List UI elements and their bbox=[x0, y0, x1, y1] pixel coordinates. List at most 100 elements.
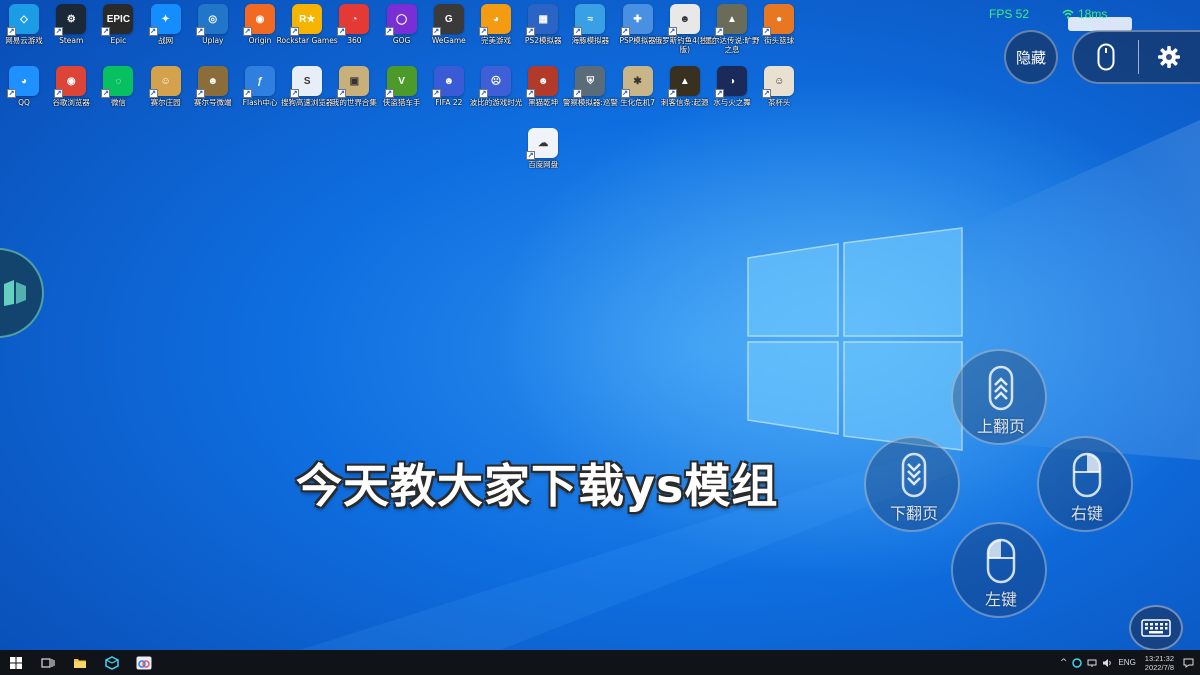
shortcut-arrow-icon: ↗ bbox=[620, 27, 630, 36]
dolphin-emulator-icon: ≈ ↗ bbox=[573, 4, 606, 36]
clock-date: 2022/7/8 bbox=[1144, 662, 1174, 672]
shortcut-arrow-icon: ↗ bbox=[431, 27, 441, 36]
psp-emulator-icon: ✚ ↗ bbox=[620, 4, 653, 36]
basketball-icon: ● ↗ bbox=[762, 4, 795, 36]
keyboard-icon bbox=[1141, 619, 1171, 637]
taskbar-cloud-game[interactable] bbox=[96, 650, 128, 675]
cube-icon bbox=[105, 655, 119, 670]
mouse-icon bbox=[1097, 43, 1115, 71]
task-view-button[interactable] bbox=[32, 650, 64, 675]
task-view-icon bbox=[41, 657, 55, 668]
mode-panel bbox=[1072, 30, 1200, 84]
shortcut-arrow-icon: ↗ bbox=[337, 89, 347, 98]
ps2-emulator-icon: ▦ ↗ bbox=[526, 4, 559, 36]
fps-counter: FPS 52 bbox=[989, 7, 1030, 21]
shortcut-arrow-icon: ↗ bbox=[762, 27, 772, 36]
shortcut-arrow-icon: ↗ bbox=[715, 89, 724, 98]
qq-icon: ◕ ↗ bbox=[7, 66, 39, 98]
windows-start-icon bbox=[10, 656, 22, 669]
rockstar-icon: R★ ↗ bbox=[290, 4, 323, 36]
folder-icon bbox=[74, 658, 86, 668]
perfect-world-icon: ◕ ↗ bbox=[479, 4, 511, 36]
video-subtitle: 今天教大家下载ys模组 bbox=[295, 458, 779, 514]
system-clock[interactable]: 13:21:32 2022/7/8 bbox=[1145, 654, 1174, 672]
ping-value: 18ms bbox=[1078, 7, 1108, 21]
network-icon[interactable] bbox=[1087, 658, 1097, 668]
poppy-playtime-icon: ☹ ↗ bbox=[479, 66, 511, 98]
scroll-up-icon bbox=[988, 365, 1014, 411]
taskbar-baidu-netdisk[interactable] bbox=[128, 650, 160, 675]
shortcut-arrow-icon: ↗ bbox=[479, 89, 488, 98]
epic-icon: EPIC ↗ bbox=[101, 4, 134, 36]
wegame-icon: G ↗ bbox=[431, 4, 464, 36]
shortcut-arrow-icon: ↗ bbox=[243, 27, 252, 36]
sogou-browser-icon: S ↗ bbox=[290, 66, 323, 98]
zelda-icon: ▲ ↗ bbox=[715, 4, 747, 36]
battlenet-icon: ✦ ↗ bbox=[148, 4, 181, 36]
shortcut-arrow-icon: ↗ bbox=[384, 89, 394, 98]
shortcut-arrow-icon: ↗ bbox=[101, 89, 111, 98]
shortcut-arrow-icon: ↗ bbox=[431, 89, 441, 98]
fishing-icon: ☻ ↗ bbox=[667, 4, 700, 36]
shortcut-arrow-icon: ↗ bbox=[290, 89, 300, 98]
mouse-mode-button[interactable] bbox=[1074, 32, 1138, 82]
taskbar-file-explorer[interactable] bbox=[64, 650, 96, 675]
side-menu-icon bbox=[4, 280, 26, 306]
shortcut-arrow-icon: ↗ bbox=[573, 89, 583, 98]
shortcut-arrow-icon: ↗ bbox=[526, 27, 536, 36]
desktop-shortcut[interactable]: ☺ ↗ 茶杯头 bbox=[748, 66, 810, 126]
shortcut-arrow-icon: ↗ bbox=[667, 27, 677, 36]
minecraft-icon: ▣ ↗ bbox=[337, 66, 370, 98]
start-button[interactable] bbox=[0, 650, 32, 675]
shortcut-arrow-icon: ↗ bbox=[54, 27, 64, 36]
language-indicator[interactable]: ENG bbox=[1118, 658, 1135, 667]
shortcut-arrow-icon: ↗ bbox=[195, 27, 205, 36]
shortcut-arrow-icon: ↗ bbox=[573, 27, 583, 36]
shortcut-arrow-icon: ↗ bbox=[337, 27, 347, 36]
seer-icon: ☻ ↗ bbox=[195, 66, 228, 98]
shortcut-arrow-icon: ↗ bbox=[526, 151, 536, 160]
shortcut-arrow-icon: ↗ bbox=[667, 89, 677, 98]
shortcut-arrow-icon: ↗ bbox=[7, 89, 16, 98]
gog-icon: ◯ ↗ bbox=[384, 4, 417, 36]
shortcut-arrow-icon: ↗ bbox=[290, 27, 300, 36]
desktop-shortcut-label: 茶杯头 bbox=[767, 98, 791, 107]
page-up-label: 上翻页 bbox=[976, 417, 1025, 436]
shortcut-arrow-icon: ↗ bbox=[620, 89, 630, 98]
shortcut-arrow-icon: ↗ bbox=[101, 27, 111, 36]
black-cat-icon: ☻ ↗ bbox=[526, 66, 559, 98]
left-click-button[interactable]: 左键 bbox=[951, 522, 1047, 618]
right-click-button[interactable]: 右键 bbox=[1037, 436, 1133, 532]
desktop-shortcut-label: 百度网盘 bbox=[528, 160, 559, 169]
assassins-creed-icon: ▲ ↗ bbox=[667, 66, 700, 98]
notification-icon[interactable] bbox=[1183, 658, 1194, 668]
360-icon: ◔ ↗ bbox=[337, 4, 370, 36]
wechat-icon: ◌ ↗ bbox=[101, 66, 134, 98]
desktop: ◇ ↗ 网易云游戏 ⚙ ↗ Steam EPIC ↗ Epic ✦ ↗ 战网 ◎ ↗ Uplay ◉ ↗ Orig… bbox=[0, 0, 1200, 650]
shortcut-arrow-icon: ↗ bbox=[526, 89, 536, 98]
volume-icon[interactable] bbox=[1102, 658, 1113, 668]
cloud-game-icon: ◇ ↗ bbox=[7, 4, 39, 36]
shortcut-arrow-icon: ↗ bbox=[148, 27, 158, 36]
settings-button[interactable] bbox=[1138, 32, 1200, 82]
desktop-shortcut[interactable]: ● ↗ 街头篮球 bbox=[748, 4, 810, 64]
chrome-icon: ◉ ↗ bbox=[54, 66, 87, 98]
shortcut-arrow-icon: ↗ bbox=[7, 27, 16, 36]
hide-button[interactable]: 隐藏 bbox=[1004, 30, 1058, 84]
page-up-button[interactable]: 上翻页 bbox=[951, 349, 1047, 445]
desktop-shortcut[interactable]: ☁ ↗ 百度网盘 bbox=[512, 128, 574, 188]
seer-manor-icon: ☺ ↗ bbox=[148, 66, 181, 98]
ping-indicator: 18ms bbox=[1062, 7, 1107, 21]
shortcut-arrow-icon: ↗ bbox=[384, 27, 394, 36]
keyboard-button[interactable] bbox=[1129, 605, 1183, 650]
tray-expand-icon[interactable]: ^ bbox=[1060, 658, 1068, 668]
baidu-netdisk-icon: ☁ ↗ bbox=[526, 128, 559, 160]
left-click-label: 左键 bbox=[984, 590, 1017, 609]
shortcut-arrow-icon: ↗ bbox=[195, 89, 205, 98]
netdisk-icon bbox=[136, 656, 152, 669]
tray-app-icon[interactable] bbox=[1072, 657, 1083, 668]
shortcut-arrow-icon: ↗ bbox=[762, 89, 772, 98]
shortcut-arrow-icon: ↗ bbox=[243, 89, 252, 98]
police-sim-icon: ⛨ ↗ bbox=[573, 66, 606, 98]
steam-icon: ⚙ ↗ bbox=[54, 4, 87, 36]
